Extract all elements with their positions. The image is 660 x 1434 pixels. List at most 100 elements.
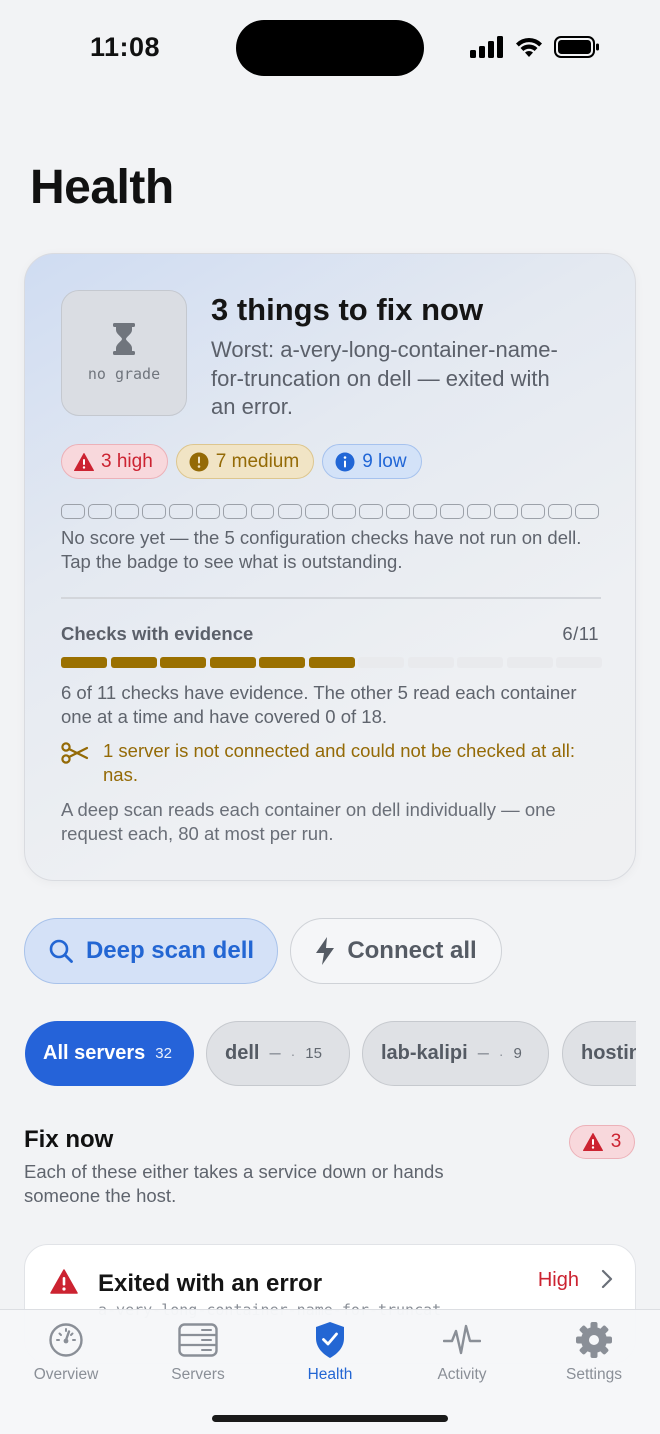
gauge-icon bbox=[49, 1323, 83, 1357]
grade-badge[interactable]: no grade bbox=[61, 290, 187, 416]
battery-icon bbox=[554, 36, 599, 58]
score-segment bbox=[142, 504, 167, 519]
server-rack-icon bbox=[178, 1323, 218, 1357]
score-segment bbox=[440, 504, 464, 519]
score-segment bbox=[385, 504, 410, 519]
evidence-segment bbox=[506, 657, 553, 668]
deep-scan-explanation: A deep scan reads each container on dell… bbox=[61, 799, 556, 844]
score-segment bbox=[196, 504, 221, 519]
tab-label: Overview bbox=[33, 1366, 99, 1383]
chip-dash: – bbox=[269, 1042, 281, 1064]
tab-settings[interactable]: Settings bbox=[528, 1320, 660, 1384]
fix-now-title: Fix now bbox=[24, 1126, 114, 1153]
evidence-segment bbox=[110, 657, 157, 668]
evidence-segment bbox=[556, 657, 602, 668]
score-segment bbox=[88, 504, 112, 519]
status-bar: 11:08 bbox=[0, 0, 660, 96]
shield-check-icon bbox=[316, 1322, 344, 1358]
info-circle-icon bbox=[335, 452, 355, 471]
chip-label: All servers bbox=[43, 1042, 146, 1064]
checks-count: 6/11 bbox=[562, 623, 599, 644]
chip-label: hostin bbox=[581, 1042, 636, 1064]
score-segment bbox=[521, 504, 546, 519]
tab-label: Health bbox=[307, 1366, 353, 1383]
score-segment bbox=[467, 504, 492, 519]
evidence-segment bbox=[457, 657, 503, 668]
exclamation-circle-icon bbox=[189, 452, 209, 471]
chevron-right-icon bbox=[601, 1269, 613, 1289]
evidence-segment bbox=[209, 657, 256, 668]
dynamic-island bbox=[236, 20, 424, 76]
chip-dash: – bbox=[477, 1042, 489, 1064]
high-severity-pill[interactable]: 3 high bbox=[61, 444, 168, 479]
high-count-label: 3 high bbox=[101, 450, 153, 472]
bolt-icon bbox=[316, 937, 335, 965]
score-explanation: No score yet — the 5 configuration check… bbox=[61, 527, 582, 572]
evidence-segment bbox=[358, 657, 404, 668]
score-segment bbox=[331, 504, 356, 519]
score-segment bbox=[548, 504, 573, 519]
medium-severity-pill[interactable]: 7 medium bbox=[175, 444, 315, 479]
tab-activity[interactable]: Activity bbox=[396, 1320, 528, 1384]
disconnected-warning: 1 server is not connected and could not … bbox=[61, 739, 606, 787]
chip-dell[interactable]: dell – · 15 bbox=[206, 1021, 350, 1086]
chip-count: 15 bbox=[305, 1045, 322, 1062]
score-segment bbox=[358, 504, 383, 519]
score-segment bbox=[575, 504, 600, 519]
chip-dot: · bbox=[498, 1045, 504, 1062]
scissors-icon bbox=[61, 742, 89, 764]
score-segment bbox=[250, 504, 275, 519]
score-segment bbox=[304, 504, 329, 519]
tab-bar: Overview Servers Health Activity Setting… bbox=[0, 1309, 660, 1434]
search-icon bbox=[49, 939, 73, 963]
chip-lab-kalipi[interactable]: lab-kalipi – · 9 bbox=[362, 1021, 549, 1086]
low-severity-pill[interactable]: 9 low bbox=[322, 444, 422, 479]
medium-count-label: 7 medium bbox=[215, 450, 300, 472]
deep-scan-button[interactable]: Deep scan dell bbox=[24, 918, 278, 984]
checks-explanation: 6 of 11 checks have evidence. The other … bbox=[61, 682, 577, 727]
chip-count: 9 bbox=[513, 1045, 522, 1062]
page-title: Health bbox=[30, 161, 174, 214]
connect-all-label: Connect all bbox=[347, 937, 477, 964]
score-track[interactable] bbox=[61, 504, 600, 519]
pulse-icon bbox=[443, 1324, 481, 1355]
low-count-label: 9 low bbox=[362, 450, 407, 472]
tab-label: Settings bbox=[565, 1366, 622, 1383]
checks-label: Checks with evidence bbox=[61, 623, 254, 644]
summary-headline: 3 things to fix now bbox=[211, 292, 484, 327]
deep-scan-label: Deep scan dell bbox=[85, 937, 255, 964]
connect-all-button[interactable]: Connect all bbox=[290, 918, 502, 984]
score-segment bbox=[61, 504, 85, 519]
warning-triangle-icon bbox=[50, 1269, 78, 1294]
issue-severity: High bbox=[537, 1269, 579, 1291]
tab-overview[interactable]: Overview bbox=[0, 1320, 132, 1384]
evidence-segment bbox=[407, 657, 454, 668]
warning-triangle-icon bbox=[74, 452, 94, 471]
tab-label: Activity bbox=[437, 1366, 487, 1383]
health-summary-card[interactable]: no grade 3 things to fix now Worst: a-ve… bbox=[24, 253, 636, 881]
chip-hostin[interactable]: hostin bbox=[562, 1021, 636, 1086]
gear-icon bbox=[576, 1322, 612, 1358]
tab-servers[interactable]: Servers bbox=[132, 1320, 264, 1384]
status-time: 11:08 bbox=[90, 32, 161, 62]
grade-label: no grade bbox=[87, 365, 161, 383]
tab-label: Servers bbox=[171, 1366, 225, 1383]
tab-health[interactable]: Health bbox=[264, 1320, 396, 1384]
chip-dot: · bbox=[290, 1045, 296, 1062]
score-segment bbox=[115, 504, 140, 519]
severity-pills: 3 high 7 medium 9 low bbox=[61, 444, 422, 479]
fix-now-subtitle: Each of these either takes a service dow… bbox=[24, 1161, 444, 1206]
score-segment bbox=[494, 504, 519, 519]
issue-title: Exited with an error bbox=[98, 1270, 323, 1297]
warning-triangle-icon bbox=[582, 1133, 603, 1151]
evidence-segment bbox=[308, 657, 355, 668]
evidence-segment bbox=[160, 657, 206, 668]
chip-all-servers[interactable]: All servers 32 bbox=[25, 1021, 194, 1086]
status-icons bbox=[470, 36, 600, 58]
chip-count: 32 bbox=[155, 1045, 172, 1062]
server-filter-chips[interactable]: All servers 32 dell – · 15 lab-kalipi – … bbox=[0, 1021, 636, 1087]
score-segment bbox=[413, 504, 437, 519]
fix-now-count-badge: 3 bbox=[569, 1125, 635, 1159]
wifi-icon bbox=[516, 37, 542, 57]
score-segment bbox=[277, 504, 302, 519]
